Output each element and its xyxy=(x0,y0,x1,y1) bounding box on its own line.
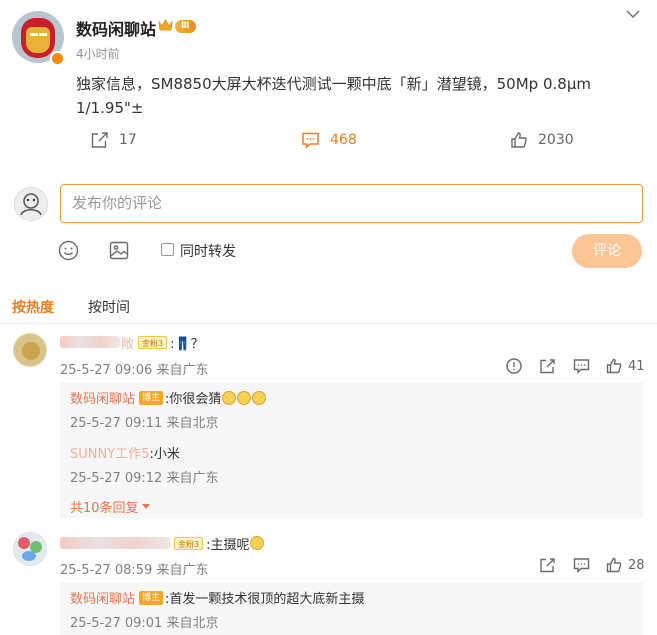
comment-author-name[interactable] xyxy=(60,336,120,348)
thumbs-up-icon xyxy=(606,358,622,374)
repost-button[interactable]: 17 xyxy=(90,131,137,149)
reply-author-name[interactable]: 数码闲聊站 xyxy=(70,588,135,607)
my-avatar[interactable] xyxy=(14,187,48,221)
comment-input[interactable] xyxy=(60,184,643,223)
cat-emoji-icon xyxy=(222,390,237,405)
more-replies-label: 共10条回复 xyxy=(70,501,139,516)
comment-avatar[interactable] xyxy=(13,333,47,367)
repost-icon[interactable] xyxy=(539,557,556,573)
reply-header: SUNNY工作5 :小米 xyxy=(70,443,180,462)
post-time[interactable]: 4小时前 xyxy=(76,45,120,62)
comment-avatar[interactable] xyxy=(13,532,47,566)
repost-label[interactable]: 同时转发 xyxy=(180,241,236,261)
reply-meta: 25-5-27 09:11 来自北京 xyxy=(70,416,219,431)
cat-emoji-icon xyxy=(237,390,252,405)
reply-author-name[interactable]: 数码闲聊站 xyxy=(70,388,135,407)
cat-emoji-icon xyxy=(250,536,265,550)
author-name[interactable]: 数码闲聊站 xyxy=(76,16,156,40)
comment-like-button[interactable]: 28 xyxy=(606,557,645,573)
comment-text: :👖？ xyxy=(170,336,204,352)
comment-text: :主摄呢 xyxy=(206,537,250,553)
repost-count: 17 xyxy=(119,132,137,148)
repost-icon xyxy=(91,132,108,148)
reply-meta: 25-5-27 09:01 来自北京 xyxy=(70,616,219,631)
comment-author-name[interactable] xyxy=(60,537,170,549)
chevron-down-icon[interactable] xyxy=(626,9,640,19)
blogger-badge: 博主 xyxy=(139,590,164,605)
reply-author-name[interactable]: SUNNY工作5 xyxy=(70,443,149,462)
report-icon[interactable] xyxy=(506,358,522,374)
comment-header: 金粉3 :主摄呢 xyxy=(60,535,265,553)
comment-header: 敞 金粉3 :👖？ xyxy=(60,333,204,352)
blogger-badge: 博主 xyxy=(139,390,164,405)
reply-icon[interactable] xyxy=(573,557,590,573)
reply-text: :你很会猜 xyxy=(165,392,222,407)
tab-sort-hot[interactable]: 按热度 xyxy=(12,297,54,317)
post-text: 独家信息，SM8850大屏大杯迭代测试一颗中底「新」潜望镜，50Mp 0.8μm… xyxy=(76,75,591,117)
comment-meta: 25-5-27 09:06 来自广东 xyxy=(60,363,209,378)
repost-checkbox[interactable] xyxy=(161,243,174,256)
comment-like-count: 28 xyxy=(628,557,645,573)
reply-text: :首发一颗技术很顶的超大底新主摄 xyxy=(165,592,365,607)
comment-count: 468 xyxy=(330,132,357,148)
comment-like-count: 41 xyxy=(628,358,645,374)
tab-sort-time[interactable]: 按时间 xyxy=(88,297,130,317)
comment-author-name-tail[interactable]: 敞 xyxy=(121,333,134,352)
reply-meta: 25-5-27 09:12 来自广东 xyxy=(70,471,219,486)
comment-icon xyxy=(302,132,319,149)
user-avatar-icon xyxy=(20,193,42,216)
divider xyxy=(0,323,657,324)
image-icon[interactable] xyxy=(109,241,129,260)
reply-header: 数码闲聊站 博主 :你很会猜 xyxy=(70,388,267,407)
emoji-icon[interactable] xyxy=(58,240,79,261)
more-replies-link[interactable]: 共10条回复 xyxy=(70,497,151,516)
reply-icon[interactable] xyxy=(573,358,590,374)
verified-badge-icon xyxy=(50,51,65,66)
cat-emoji-icon xyxy=(252,390,267,405)
fan-badge: 金粉3 xyxy=(138,335,168,349)
crown-icon xyxy=(158,19,173,31)
fan-badge: 金粉3 xyxy=(174,536,204,550)
repost-icon[interactable] xyxy=(539,358,556,374)
like-button[interactable]: 2030 xyxy=(510,131,574,149)
like-count: 2030 xyxy=(538,132,574,148)
comment-like-button[interactable]: 41 xyxy=(606,358,645,374)
reply-header: 数码闲聊站 博主 :首发一颗技术很顶的超大底新主摄 xyxy=(70,588,364,607)
submit-comment-button[interactable]: 评论 xyxy=(572,234,642,268)
reply-text: :小米 xyxy=(149,447,180,462)
thumbs-up-icon xyxy=(606,557,622,573)
level-badge: Ⅲ xyxy=(175,20,196,33)
comment-meta: 25-5-27 08:59 来自广东 xyxy=(60,563,209,578)
caret-down-icon xyxy=(141,504,150,509)
comment-button[interactable]: 468 xyxy=(301,131,357,149)
thumbs-up-icon xyxy=(511,132,527,148)
